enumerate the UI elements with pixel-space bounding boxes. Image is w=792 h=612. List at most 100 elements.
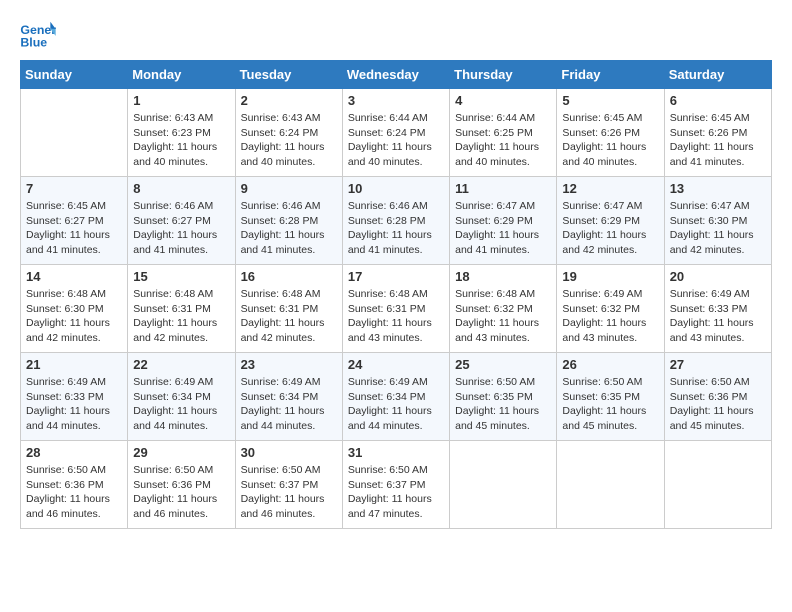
calendar-cell: 13 Sunrise: 6:47 AMSunset: 6:30 PMDayligh… [664,177,771,265]
calendar-cell: 23 Sunrise: 6:49 AMSunset: 6:34 PMDayligh… [235,353,342,441]
calendar-table: SundayMondayTuesdayWednesdayThursdayFrid… [20,60,772,529]
header-thursday: Thursday [450,61,557,89]
calendar-cell: 16Sunrise: 6:48 AMSunset: 6:31 PMDayligh… [235,265,342,353]
day-info: Sunrise: 6:50 AMSunset: 6:35 PMDaylight:… [455,375,551,434]
day-info: Sunrise: 6:44 AMSunset: 6:25 PMDaylight:… [455,111,551,170]
day-number: 21 [26,357,122,372]
calendar-cell: 9 Sunrise: 6:46 AMSunset: 6:28 PMDaylight… [235,177,342,265]
day-number: 9 [241,181,337,196]
calendar-week-4: 21 Sunrise: 6:49 AMSunset: 6:33 PMDayligh… [21,353,772,441]
day-info: Sunrise: 6:50 AMSunset: 6:37 PMDaylight:… [348,463,444,522]
day-info: Sunrise: 6:45 AMSunset: 6:26 PMDaylight:… [670,111,766,170]
day-info: Sunrise: 6:45 AMSunset: 6:27 PMDaylight:… [26,199,122,258]
day-info: Sunrise: 6:50 AMSunset: 6:37 PMDaylight:… [241,463,337,522]
calendar-cell: 18Sunrise: 6:48 AMSunset: 6:32 PMDayligh… [450,265,557,353]
header-wednesday: Wednesday [342,61,449,89]
day-info: Sunrise: 6:44 AMSunset: 6:24 PMDaylight:… [348,111,444,170]
day-number: 13 [670,181,766,196]
calendar-cell: 14Sunrise: 6:48 AMSunset: 6:30 PMDayligh… [21,265,128,353]
calendar-cell: 26 Sunrise: 6:50 AMSunset: 6:35 PMDayligh… [557,353,664,441]
calendar-week-2: 7Sunrise: 6:45 AMSunset: 6:27 PMDaylight… [21,177,772,265]
day-number: 20 [670,269,766,284]
day-number: 15 [133,269,229,284]
calendar-cell: 6 Sunrise: 6:45 AMSunset: 6:26 PMDaylight… [664,89,771,177]
calendar-cell: 20Sunrise: 6:49 AMSunset: 6:33 PMDayligh… [664,265,771,353]
day-info: Sunrise: 6:48 AMSunset: 6:31 PMDaylight:… [133,287,229,346]
calendar-cell [450,441,557,529]
calendar-cell: 12 Sunrise: 6:47 AMSunset: 6:29 PMDayligh… [557,177,664,265]
calendar-cell: 30 Sunrise: 6:50 AMSunset: 6:37 PMDayligh… [235,441,342,529]
calendar-cell: 11 Sunrise: 6:47 AMSunset: 6:29 PMDayligh… [450,177,557,265]
header-sunday: Sunday [21,61,128,89]
calendar-cell: 3 Sunrise: 6:44 AMSunset: 6:24 PMDaylight… [342,89,449,177]
calendar-cell: 4Sunrise: 6:44 AMSunset: 6:25 PMDaylight… [450,89,557,177]
header-monday: Monday [128,61,235,89]
day-number: 29 [133,445,229,460]
day-info: Sunrise: 6:47 AMSunset: 6:29 PMDaylight:… [455,199,551,258]
page-header: General Blue [20,20,772,50]
header-saturday: Saturday [664,61,771,89]
calendar-cell: 5 Sunrise: 6:45 AMSunset: 6:26 PMDaylight… [557,89,664,177]
day-number: 26 [562,357,658,372]
svg-text:Blue: Blue [20,35,47,49]
day-number: 16 [241,269,337,284]
day-info: Sunrise: 6:49 AMSunset: 6:34 PMDaylight:… [241,375,337,434]
calendar-cell: 22 Sunrise: 6:49 AMSunset: 6:34 PMDayligh… [128,353,235,441]
day-number: 25 [455,357,551,372]
day-info: Sunrise: 6:46 AMSunset: 6:28 PMDaylight:… [348,199,444,258]
calendar-cell [21,89,128,177]
day-info: Sunrise: 6:47 AMSunset: 6:29 PMDaylight:… [562,199,658,258]
day-info: Sunrise: 6:50 AMSunset: 6:36 PMDaylight:… [133,463,229,522]
calendar-cell: 19Sunrise: 6:49 AMSunset: 6:32 PMDayligh… [557,265,664,353]
day-info: Sunrise: 6:45 AMSunset: 6:26 PMDaylight:… [562,111,658,170]
day-info: Sunrise: 6:50 AMSunset: 6:36 PMDaylight:… [670,375,766,434]
calendar-cell: 24 Sunrise: 6:49 AMSunset: 6:34 PMDayligh… [342,353,449,441]
calendar-cell: 27 Sunrise: 6:50 AMSunset: 6:36 PMDayligh… [664,353,771,441]
logo-icon: General Blue [20,20,56,50]
calendar-cell [557,441,664,529]
day-number: 27 [670,357,766,372]
day-number: 30 [241,445,337,460]
calendar-week-3: 14Sunrise: 6:48 AMSunset: 6:30 PMDayligh… [21,265,772,353]
day-number: 1 [133,93,229,108]
calendar-cell: 28Sunrise: 6:50 AMSunset: 6:36 PMDayligh… [21,441,128,529]
day-info: Sunrise: 6:43 AMSunset: 6:24 PMDaylight:… [241,111,337,170]
day-number: 8 [133,181,229,196]
day-info: Sunrise: 6:50 AMSunset: 6:35 PMDaylight:… [562,375,658,434]
calendar-cell: 15 Sunrise: 6:48 AMSunset: 6:31 PMDayligh… [128,265,235,353]
calendar-cell: 31 Sunrise: 6:50 AMSunset: 6:37 PMDayligh… [342,441,449,529]
day-info: Sunrise: 6:49 AMSunset: 6:32 PMDaylight:… [562,287,658,346]
calendar-cell: 2 Sunrise: 6:43 AMSunset: 6:24 PMDaylight… [235,89,342,177]
day-number: 22 [133,357,229,372]
day-number: 17 [348,269,444,284]
day-info: Sunrise: 6:47 AMSunset: 6:30 PMDaylight:… [670,199,766,258]
calendar-cell: 10 Sunrise: 6:46 AMSunset: 6:28 PMDayligh… [342,177,449,265]
calendar-week-1: 1 Sunrise: 6:43 AMSunset: 6:23 PMDaylight… [21,89,772,177]
calendar-week-5: 28Sunrise: 6:50 AMSunset: 6:36 PMDayligh… [21,441,772,529]
day-number: 5 [562,93,658,108]
calendar-cell: 29 Sunrise: 6:50 AMSunset: 6:36 PMDayligh… [128,441,235,529]
day-number: 24 [348,357,444,372]
day-info: Sunrise: 6:46 AMSunset: 6:28 PMDaylight:… [241,199,337,258]
day-number: 2 [241,93,337,108]
day-info: Sunrise: 6:49 AMSunset: 6:34 PMDaylight:… [133,375,229,434]
logo: General Blue [20,20,56,50]
day-info: Sunrise: 6:50 AMSunset: 6:36 PMDaylight:… [26,463,122,522]
day-number: 12 [562,181,658,196]
day-number: 23 [241,357,337,372]
day-info: Sunrise: 6:48 AMSunset: 6:32 PMDaylight:… [455,287,551,346]
calendar-cell: 1 Sunrise: 6:43 AMSunset: 6:23 PMDaylight… [128,89,235,177]
day-info: Sunrise: 6:43 AMSunset: 6:23 PMDaylight:… [133,111,229,170]
calendar-cell: 7Sunrise: 6:45 AMSunset: 6:27 PMDaylight… [21,177,128,265]
day-number: 11 [455,181,551,196]
day-number: 6 [670,93,766,108]
calendar-cell: 8Sunrise: 6:46 AMSunset: 6:27 PMDaylight… [128,177,235,265]
day-number: 31 [348,445,444,460]
header-tuesday: Tuesday [235,61,342,89]
day-number: 3 [348,93,444,108]
day-number: 10 [348,181,444,196]
calendar-cell [664,441,771,529]
day-info: Sunrise: 6:49 AMSunset: 6:34 PMDaylight:… [348,375,444,434]
day-info: Sunrise: 6:49 AMSunset: 6:33 PMDaylight:… [26,375,122,434]
calendar-cell: 21 Sunrise: 6:49 AMSunset: 6:33 PMDayligh… [21,353,128,441]
